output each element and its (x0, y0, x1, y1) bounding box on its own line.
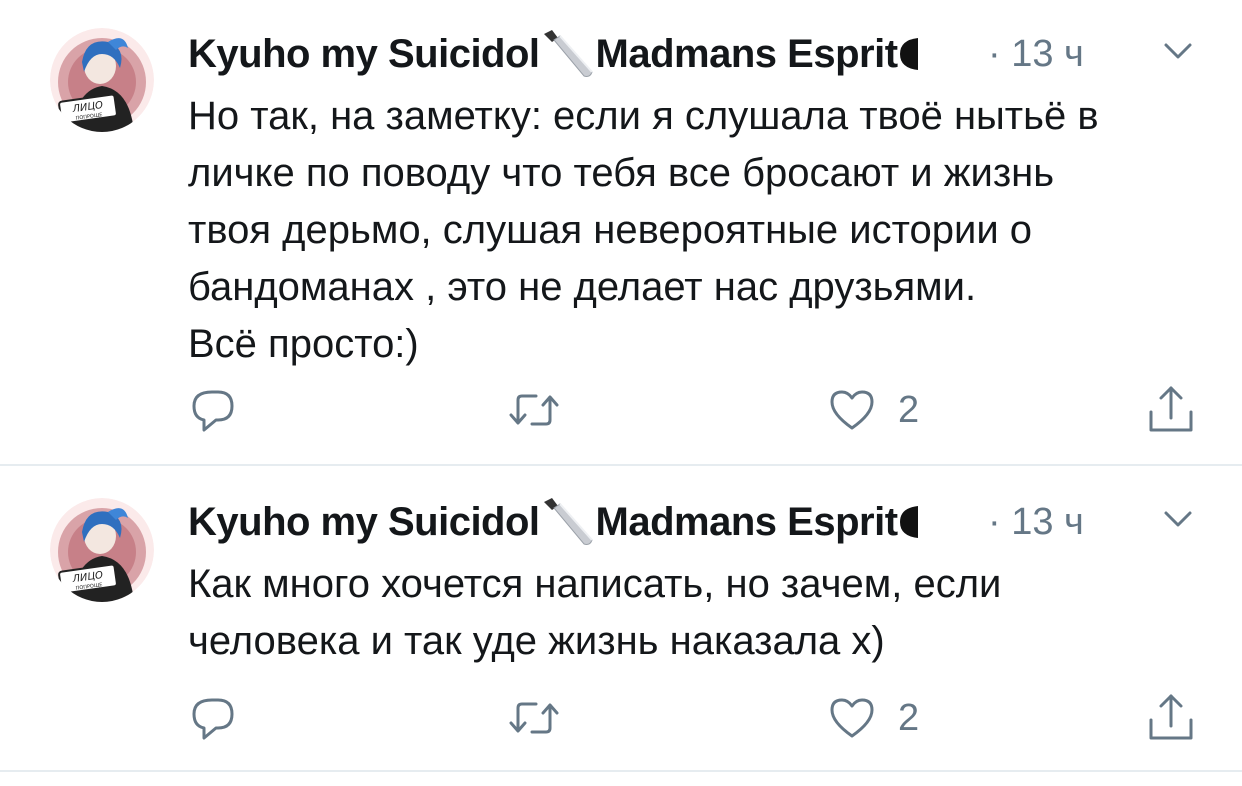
tweet-time[interactable]: 13 ч (1011, 33, 1084, 75)
reply-icon (192, 698, 234, 740)
retweet-button[interactable] (508, 688, 582, 748)
tweet-divider (0, 770, 1242, 772)
tweet-actions: 2 (0, 688, 1242, 748)
meta-separator: · (988, 33, 1001, 75)
tweet-text: Как много хочется написать, но зачем, ес… (188, 562, 1002, 663)
like-button[interactable]: 2 (828, 688, 919, 748)
tweet-header: Kyuho my Suicidol Madmans Esprit · 13 ч (188, 494, 1192, 550)
avatar-image: ЛИЦО ПОПРОЩЕ (50, 28, 154, 132)
author-name[interactable]: Kyuho my Suicidol Madmans Esprit (188, 26, 924, 82)
reply-button[interactable] (190, 380, 260, 440)
share-icon (1149, 694, 1193, 740)
retweet-button[interactable] (508, 380, 582, 440)
avatar[interactable]: ЛИЦО ПОПРОЩЕ (50, 498, 154, 602)
heart-icon (830, 390, 874, 430)
like-count: 2 (898, 388, 920, 431)
avatar-image: ЛИЦО ПОПРОЩЕ (50, 498, 154, 602)
tweet-time[interactable]: 13 ч (1011, 501, 1084, 543)
like-button[interactable]: 2 (828, 380, 919, 440)
author-name-part2: Madmans Esprit (595, 500, 898, 544)
meta-separator: · (988, 501, 1001, 543)
retweet-icon (509, 702, 559, 734)
knife-icon (543, 498, 593, 545)
heart-icon (830, 698, 874, 738)
author-name-part1: Kyuho my Suicidol (188, 32, 540, 76)
retweet-icon (509, 394, 559, 426)
tweet-meta: · 13 ч (988, 26, 1084, 82)
author-name[interactable]: Kyuho my Suicidol Madmans Esprit (188, 494, 924, 550)
knife-icon (543, 30, 593, 77)
chevron-down-icon[interactable] (1158, 36, 1198, 66)
tweet-meta: · 13 ч (988, 494, 1084, 550)
tweet-header: Kyuho my Suicidol Madmans Esprit · 13 ч (188, 26, 1192, 82)
black-moon-icon (899, 38, 918, 70)
share-button[interactable] (1146, 380, 1218, 440)
avatar[interactable]: ЛИЦО ПОПРОЩЕ (50, 28, 154, 132)
reply-button[interactable] (190, 688, 260, 748)
reply-icon (192, 390, 234, 432)
tweet-actions: 2 (0, 380, 1242, 440)
share-button[interactable] (1146, 688, 1218, 748)
tweet[interactable]: ЛИЦО ПОПРОЩЕ Kyuho my Suicidol Madmans E… (0, 0, 1242, 466)
black-moon-icon (899, 506, 918, 538)
tweet-text: Но так, на заметку: если я слушала твоё … (188, 94, 1099, 366)
like-count: 2 (898, 696, 920, 739)
chevron-down-icon[interactable] (1158, 504, 1198, 534)
author-name-part2: Madmans Esprit (595, 32, 898, 76)
tweet[interactable]: ЛИЦО ПОПРОЩЕ Kyuho my Suicidol Madmans E… (0, 466, 1242, 772)
share-icon (1149, 386, 1193, 432)
author-name-part1: Kyuho my Suicidol (188, 500, 540, 544)
